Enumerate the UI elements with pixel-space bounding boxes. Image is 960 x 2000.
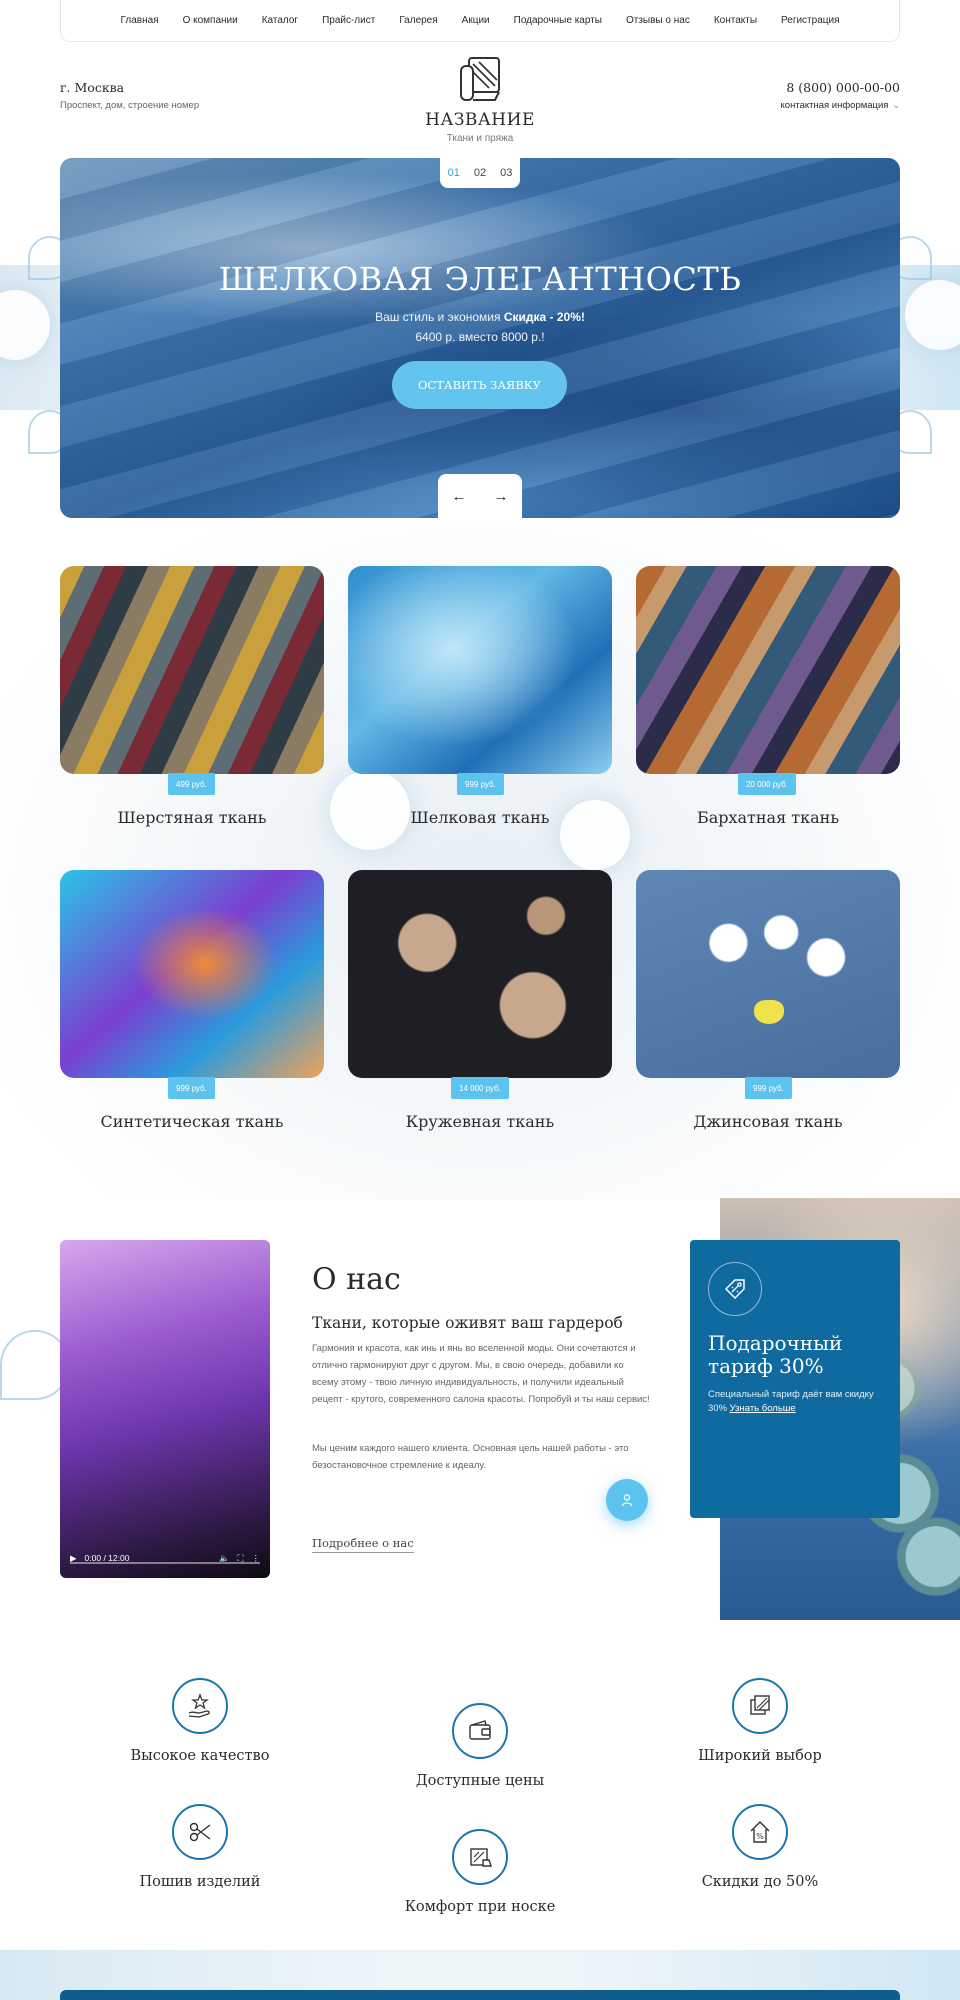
hero-subtitle-text: Ваш стиль и экономия bbox=[375, 310, 501, 324]
quality-hand-star-icon bbox=[172, 1678, 228, 1734]
nav-item-gallery[interactable]: Галерея bbox=[399, 15, 437, 26]
price-badge: 14 000 руб. bbox=[451, 1077, 509, 1099]
leave-request-button[interactable]: ОСТАВИТЬ ЗАЯВКУ bbox=[392, 361, 567, 409]
contact-info-dropdown[interactable]: контактная информация ⌄ bbox=[781, 100, 900, 111]
user-profile-button[interactable] bbox=[606, 1479, 648, 1521]
price-badge: 20 000 руб. bbox=[738, 773, 796, 795]
learn-more-link[interactable]: Узнать больше bbox=[730, 1403, 796, 1414]
price-badge: 499 руб. bbox=[168, 773, 215, 795]
nav-item-promotions[interactable]: Акции bbox=[462, 15, 490, 26]
feature-comfort: Комфорт при носке bbox=[390, 1829, 570, 1915]
volume-icon[interactable]: 🔈 bbox=[219, 1553, 230, 1564]
gift-title: Подарочный тариф 30% bbox=[708, 1331, 843, 1378]
nav-item-about[interactable]: О компании bbox=[183, 15, 238, 26]
header-phone[interactable]: 8 (800) 000-00-00 bbox=[786, 80, 900, 95]
catalog-card-image[interactable] bbox=[348, 566, 612, 774]
nav-item-registration[interactable]: Регистрация bbox=[781, 15, 839, 26]
nav-item-pricelist[interactable]: Прайс-лист bbox=[322, 15, 375, 26]
video-controls: ▶ 0:00 / 12:00 🔈 ⛶ ⋮ bbox=[60, 1538, 270, 1578]
feature-discounts: % Скидки до 50% bbox=[670, 1804, 850, 1890]
contact-info-label: контактная информация bbox=[780, 100, 889, 111]
catalog-card-image[interactable] bbox=[348, 870, 612, 1078]
video-time: 0:00 / 12:00 bbox=[84, 1553, 130, 1563]
feature-label: Скидки до 50% bbox=[701, 1874, 819, 1890]
percent-house-icon: % bbox=[732, 1804, 788, 1860]
chevron-down-icon: ⌄ bbox=[892, 100, 900, 110]
more-options-icon[interactable]: ⋮ bbox=[252, 1553, 261, 1564]
feature-label: Комфорт при носке bbox=[404, 1899, 556, 1915]
brand-name[interactable]: НАЗВАНИЕ bbox=[380, 110, 580, 130]
catalog-card-title[interactable]: Бархатная ткань bbox=[636, 808, 900, 827]
feature-tailoring: Пошив изделий bbox=[110, 1804, 290, 1890]
fullscreen-icon[interactable]: ⛶ bbox=[238, 1553, 244, 1564]
user-icon bbox=[621, 1494, 633, 1507]
price-badge: 999 руб. bbox=[168, 1077, 215, 1099]
catalog-card-image[interactable] bbox=[60, 870, 324, 1078]
top-navigation: Главная О компании Каталог Прайс-лист Га… bbox=[60, 0, 900, 42]
nav-item-reviews[interactable]: Отзывы о нас bbox=[626, 15, 690, 26]
feature-selection: Широкий выбор bbox=[670, 1678, 850, 1764]
feature-quality: Высокое качество bbox=[110, 1678, 290, 1764]
feature-label: Широкий выбор bbox=[698, 1748, 822, 1764]
hero-subtitle: Ваш стиль и экономия Скидка - 20%! bbox=[60, 310, 900, 324]
scissors-icon bbox=[172, 1804, 228, 1860]
about-paragraph-1: Гармония и красота, как инь и янь во все… bbox=[312, 1343, 650, 1405]
gift-description: Специальный тариф даёт вам скидку 30% Уз… bbox=[708, 1388, 882, 1416]
catalog-card-title[interactable]: Синтетическая ткань bbox=[60, 1112, 324, 1131]
catalog-card-title[interactable]: Джинсовая ткань bbox=[636, 1112, 900, 1131]
slider-arrows: ← → bbox=[438, 474, 522, 518]
hero-discount: Скидка - 20%! bbox=[503, 310, 585, 324]
about-video-player[interactable]: ▶ 0:00 / 12:00 🔈 ⛶ ⋮ bbox=[60, 1240, 270, 1578]
brand-tagline: Ткани и пряжа bbox=[446, 133, 514, 144]
nav-item-gift-cards[interactable]: Подарочные карты bbox=[514, 15, 602, 26]
nav-item-catalog[interactable]: Каталог bbox=[262, 15, 298, 26]
feature-label: Высокое качество bbox=[130, 1748, 270, 1764]
price-badge: 999 руб. bbox=[745, 1077, 792, 1099]
svg-text:%: % bbox=[756, 1832, 764, 1841]
logo-fabric-icon[interactable] bbox=[455, 54, 505, 104]
hero-title: ШЕЛКОВАЯ ЭЛЕГАНТНОСТЬ bbox=[218, 260, 742, 298]
about-paragraph-2: Мы ценим каждого нашего клиента. Основна… bbox=[312, 1443, 629, 1471]
header-city: г. Москва bbox=[60, 80, 125, 95]
catalog-card-title[interactable]: Кружевная ткань bbox=[348, 1112, 612, 1131]
nav-item-home[interactable]: Главная bbox=[121, 15, 159, 26]
arrow-right-icon[interactable]: → bbox=[494, 488, 509, 505]
footer-bar bbox=[60, 1990, 900, 2000]
header-address: Проспект, дом, строение номер bbox=[60, 100, 200, 111]
price-badge: 999 руб. bbox=[457, 773, 504, 795]
about-more-link[interactable]: Подробнее о нас bbox=[312, 1536, 414, 1553]
feature-label: Пошив изделий bbox=[139, 1874, 261, 1890]
slide-indicator: 01 02 03 bbox=[440, 158, 520, 188]
iron-icon bbox=[452, 1829, 508, 1885]
slide-dot-3[interactable]: 03 bbox=[500, 167, 512, 179]
slide-dot-2[interactable]: 02 bbox=[474, 167, 486, 179]
gift-tariff-card: Подарочный тариф 30% Специальный тариф д… bbox=[690, 1240, 900, 1518]
nav-item-contacts[interactable]: Контакты bbox=[714, 15, 757, 26]
price-tag-icon bbox=[708, 1262, 762, 1316]
about-heading: О нас bbox=[312, 1262, 401, 1297]
about-subheading: Ткани, которые оживят ваш гардероб bbox=[312, 1314, 623, 1332]
arrow-left-icon[interactable]: ← bbox=[452, 488, 467, 505]
catalog-card-title[interactable]: Шерстяная ткань bbox=[60, 808, 324, 827]
play-icon[interactable]: ▶ bbox=[70, 1553, 77, 1564]
feature-prices: Доступные цены bbox=[390, 1703, 570, 1789]
hero-price-line: 6400 р. вместо 8000 р.! bbox=[415, 330, 545, 344]
catalog-card-image[interactable] bbox=[60, 566, 324, 774]
catalog-card-image[interactable] bbox=[636, 566, 900, 774]
wallet-icon bbox=[452, 1703, 508, 1759]
catalog-card-title[interactable]: Шелковая ткань bbox=[348, 808, 612, 827]
catalog-card-image[interactable] bbox=[636, 870, 900, 1078]
slide-dot-1[interactable]: 01 bbox=[448, 167, 460, 179]
fabric-swatches-icon bbox=[732, 1678, 788, 1734]
price-tag-glyph bbox=[724, 1279, 745, 1300]
feature-label: Доступные цены bbox=[415, 1773, 545, 1789]
